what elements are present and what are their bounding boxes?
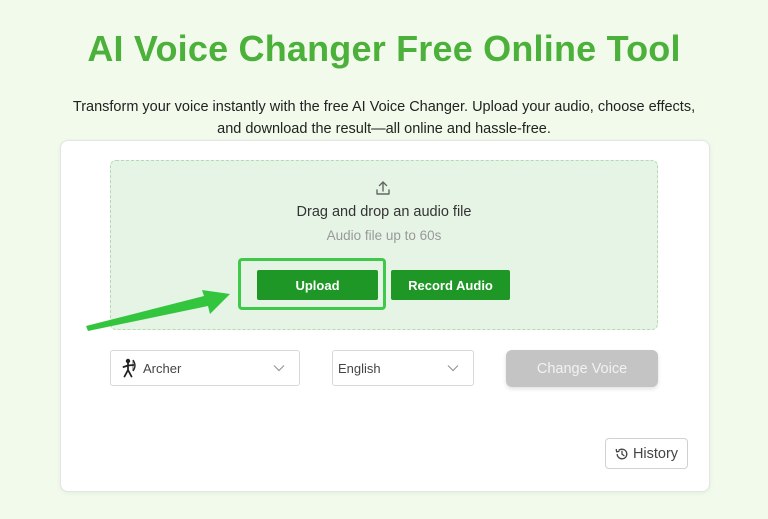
- subtitle-line-1: Transform your voice instantly with the …: [72, 99, 696, 115]
- history-label: History: [632, 445, 679, 462]
- chevron-down-icon: [273, 365, 285, 372]
- dropzone-hint: Audio file up to 60s: [326, 228, 442, 243]
- voice-select-value: Archer: [143, 360, 182, 376]
- subtitle-line-2: and download the result—all online and h…: [217, 121, 551, 137]
- language-select[interactable]: English: [332, 350, 474, 386]
- page-subtitle: Transform your voice instantly with the …: [40, 96, 728, 140]
- dropzone-title: Drag and drop an audio file: [296, 204, 472, 220]
- upload-button[interactable]: Upload: [257, 270, 378, 300]
- page-title: AI Voice Changer Free Online Tool: [87, 28, 681, 69]
- pointer-arrow-icon: [86, 290, 230, 331]
- record-audio-button[interactable]: Record Audio: [391, 270, 510, 300]
- history-icon: [615, 448, 628, 459]
- change-voice-button[interactable]: Change Voice: [506, 350, 658, 387]
- voice-select[interactable]: Archer: [110, 350, 300, 386]
- chevron-down-icon: [447, 365, 459, 372]
- history-button[interactable]: History: [605, 438, 688, 469]
- archer-icon: [122, 358, 136, 378]
- language-select-value: English: [338, 360, 381, 376]
- upload-icon: [376, 181, 390, 195]
